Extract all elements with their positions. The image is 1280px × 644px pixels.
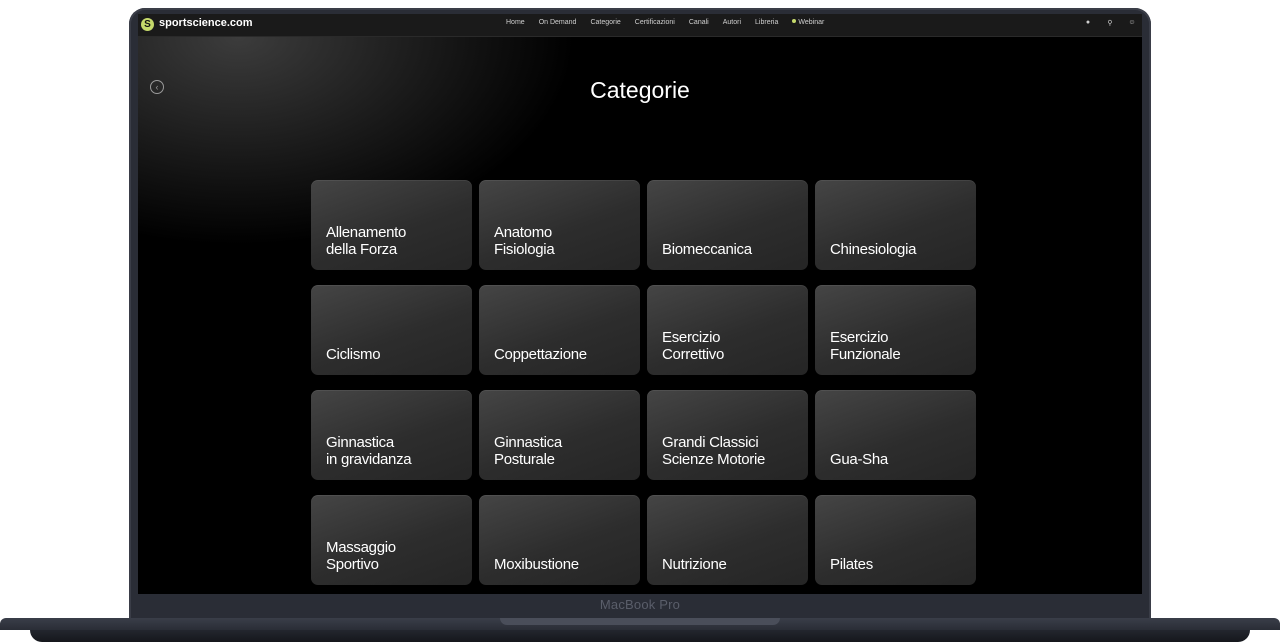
nav-item-autori[interactable]: Autori — [723, 19, 741, 26]
base-bottom — [30, 630, 1250, 642]
laptop-screen: S sportscience.com Home On Demand Catego… — [138, 14, 1142, 594]
category-label: Allenamento della Forza — [326, 224, 407, 258]
category-label: Gua-Sha — [830, 451, 888, 468]
category-label: Nutrizione — [662, 556, 727, 573]
category-label: Ginnastica in gravidanza — [326, 434, 412, 468]
live-dot-icon — [792, 19, 797, 23]
category-label: Esercizio Funzionale — [830, 329, 901, 363]
base-notch — [500, 618, 780, 625]
device-label: MacBook Pro — [599, 597, 681, 612]
category-grid: Allenamento della Forza Anatomo Fisiolog… — [311, 180, 976, 585]
category-card[interactable]: Chinesiologia — [815, 180, 976, 270]
category-label: Chinesiologia — [830, 241, 917, 258]
brand-name[interactable]: sportscience.com — [159, 17, 253, 29]
nav-item-home[interactable]: Home — [506, 19, 525, 26]
page-title: Categorie — [590, 77, 690, 103]
search-icon[interactable]: ⚲ — [1106, 19, 1114, 27]
top-navbar: S sportscience.com Home On Demand Catego… — [138, 14, 1142, 37]
category-label: Anatomo Fisiologia — [494, 224, 555, 258]
category-card[interactable]: Pilates — [815, 495, 976, 585]
category-card[interactable]: Gua-Sha — [815, 390, 976, 480]
category-card[interactable]: Nutrizione — [647, 495, 808, 585]
category-card[interactable]: Grandi Classici Scienze Motorie — [647, 390, 808, 480]
category-label: Coppettazione — [494, 346, 587, 363]
category-card[interactable]: Anatomo Fisiologia — [479, 180, 640, 270]
user-icon[interactable]: ☺ — [1128, 19, 1136, 27]
nav-item-canali[interactable]: Canali — [689, 19, 709, 26]
nav-item-webinar[interactable]: Webinar — [792, 19, 824, 26]
category-label: Massaggio Sportivo — [326, 539, 396, 573]
category-card[interactable]: Esercizio Funzionale — [815, 285, 976, 375]
nav-item-categorie[interactable]: Categorie — [590, 19, 620, 26]
category-card[interactable]: Ciclismo — [311, 285, 472, 375]
category-label: Pilates — [830, 556, 873, 573]
category-label: Moxibustione — [494, 556, 579, 573]
category-card[interactable]: Biomeccanica — [647, 180, 808, 270]
nav-icons: ● ⚲ ☺ — [1084, 19, 1136, 27]
category-label: Grandi Classici Scienze Motorie — [662, 434, 766, 468]
logo-icon[interactable]: S — [141, 18, 154, 31]
nav-item-libreria[interactable]: Libreria — [755, 19, 778, 26]
bell-icon[interactable]: ● — [1084, 19, 1092, 27]
category-label: Esercizio Correttivo — [662, 329, 725, 363]
category-card[interactable]: Ginnastica Posturale — [479, 390, 640, 480]
category-card[interactable]: Coppettazione — [479, 285, 640, 375]
category-card[interactable]: Ginnastica in gravidanza — [311, 390, 472, 480]
category-card[interactable]: Massaggio Sportivo — [311, 495, 472, 585]
category-card[interactable]: Esercizio Correttivo — [647, 285, 808, 375]
category-card[interactable]: Allenamento della Forza — [311, 180, 472, 270]
nav-item-on-demand[interactable]: On Demand — [539, 19, 577, 26]
nav-item-certificazioni[interactable]: Certificazioni — [635, 19, 675, 26]
category-card[interactable]: Moxibustione — [479, 495, 640, 585]
category-label: Ciclismo — [326, 346, 381, 363]
laptop-base — [0, 618, 1280, 644]
category-label: Biomeccanica — [662, 241, 752, 258]
category-label: Ginnastica Posturale — [494, 434, 562, 468]
main-menu: Home On Demand Categorie Certificazioni … — [506, 19, 824, 26]
